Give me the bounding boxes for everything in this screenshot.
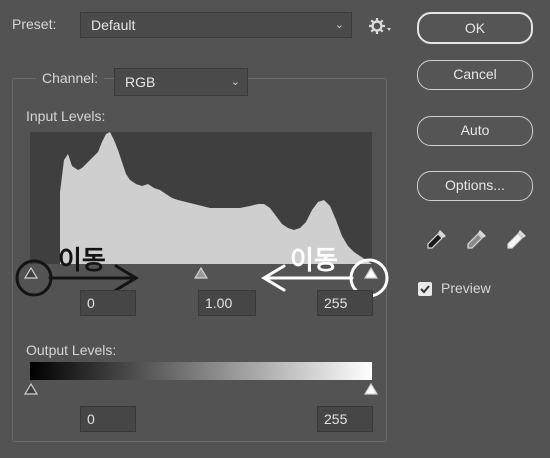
black-eyedropper-icon[interactable] bbox=[424, 226, 450, 252]
cancel-button[interactable]: Cancel bbox=[417, 60, 533, 90]
output-black-field[interactable]: 0 bbox=[80, 406, 136, 432]
options-button[interactable]: Options... bbox=[417, 171, 533, 201]
ok-button[interactable]: OK bbox=[417, 12, 533, 44]
preset-value: Default bbox=[91, 17, 136, 33]
white-eyedropper-icon[interactable] bbox=[504, 226, 530, 252]
gear-icon[interactable] bbox=[368, 16, 392, 36]
left-move-annotation: 이동 bbox=[58, 246, 106, 276]
gray-eyedropper-icon[interactable] bbox=[464, 226, 490, 252]
preview-checkbox[interactable] bbox=[418, 282, 432, 296]
preview-label: Preview bbox=[441, 280, 491, 296]
channel-dropdown[interactable]: RGB ⌄ bbox=[114, 68, 248, 96]
right-move-annotation: 이동 bbox=[290, 246, 338, 276]
preset-label: Preset: bbox=[12, 16, 57, 32]
output-white-field[interactable]: 255 bbox=[317, 406, 373, 432]
input-black-field[interactable]: 0 bbox=[80, 290, 136, 316]
chevron-down-icon: ⌄ bbox=[230, 76, 240, 88]
output-gradient bbox=[30, 362, 372, 380]
input-levels-label: Input Levels: bbox=[26, 108, 106, 124]
chevron-down-icon: ⌄ bbox=[334, 19, 344, 31]
output-black-slider[interactable] bbox=[23, 382, 39, 400]
auto-button[interactable]: Auto bbox=[417, 116, 533, 146]
preset-dropdown[interactable]: Default ⌄ bbox=[80, 12, 352, 38]
input-midtone-field[interactable]: 1.00 bbox=[198, 290, 256, 316]
output-levels-label: Output Levels: bbox=[26, 342, 117, 358]
input-white-field[interactable]: 255 bbox=[317, 290, 373, 316]
output-white-slider[interactable] bbox=[363, 382, 379, 400]
channel-value: RGB bbox=[125, 74, 156, 90]
checkmark-icon bbox=[420, 285, 430, 294]
channel-label: Channel: bbox=[36, 70, 105, 86]
